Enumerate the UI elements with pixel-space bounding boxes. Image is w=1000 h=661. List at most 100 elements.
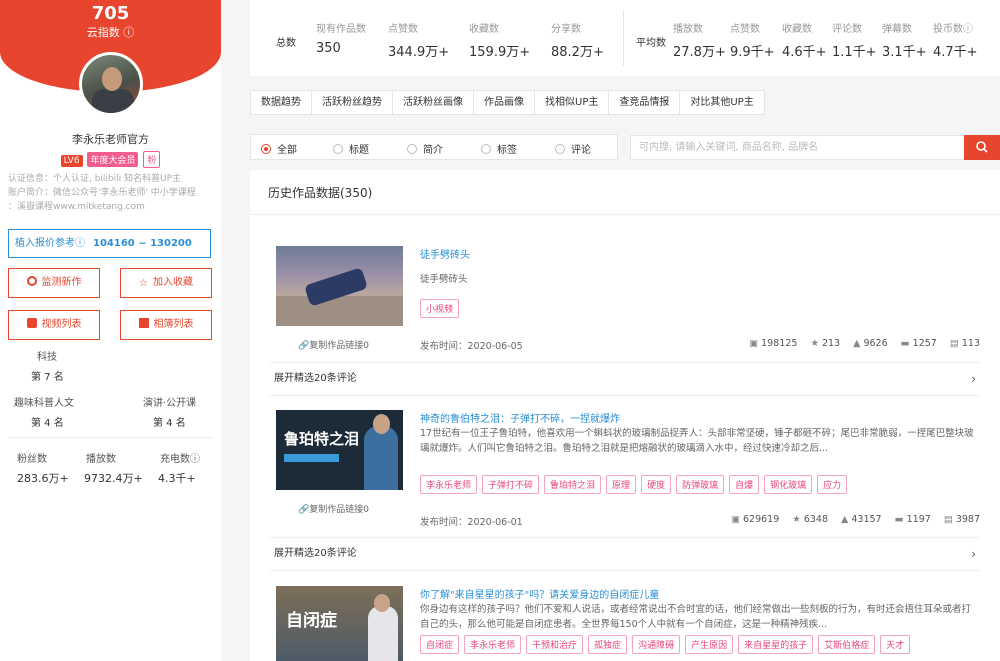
like-count: ▲ 9626: [853, 338, 888, 349]
tag[interactable]: 沟通障碍: [632, 635, 681, 654]
avatar[interactable]: [79, 52, 143, 116]
tag[interactable]: 天才: [880, 635, 911, 654]
history-title: 历史作品数据(350): [268, 186, 373, 200]
rank-label-lecture: 演讲·公开课: [143, 398, 197, 409]
tab-competitor[interactable]: 查竞品情报: [608, 90, 681, 115]
cloud-index-label: 云指数: [86, 26, 120, 39]
filter-option-desc[interactable]: 简介: [407, 141, 443, 156]
rank-value-science: 第 4 名: [31, 418, 64, 429]
total-works: 现有作品数 350: [316, 24, 366, 56]
divider: [250, 214, 1000, 215]
tab-similar-up[interactable]: 找相似UP主: [534, 90, 610, 115]
summary-bar: 总数 现有作品数 350 点赞数 344.9万+ 收藏数 159.9万+ 分享数 88.…: [250, 0, 1000, 76]
radio[interactable]: [555, 144, 565, 154]
help-icon[interactable]: ⓘ: [120, 26, 134, 39]
comment-count: ▬ 1257: [900, 338, 937, 349]
total-favorites: 收藏数 159.9万+: [469, 24, 531, 60]
radio-selected[interactable]: [261, 144, 271, 154]
filter-option-all[interactable]: 全部: [261, 141, 297, 156]
tab-fan-profile[interactable]: 活跃粉丝画像: [392, 90, 474, 115]
video-title[interactable]: 你了解"来自星星的孩子"吗？请关爱身边的自闭症儿童: [420, 586, 659, 601]
favorite-button[interactable]: ☆ 加入收藏: [120, 268, 212, 298]
plays-label: 播放数: [86, 454, 116, 465]
tag[interactable]: 自爆: [729, 475, 760, 494]
tag[interactable]: 艾斯伯格症: [818, 635, 876, 654]
target-icon: [26, 276, 37, 286]
tag[interactable]: 鲁珀特之泪: [544, 475, 602, 494]
profile-panel: 705 云指数 ⓘ 李永乐老师官方 LV6 年度大会员 粉 认证信息：个人认证,…: [0, 0, 221, 661]
fans-value: 283.6万+: [17, 472, 69, 485]
tag[interactable]: 原理: [606, 475, 637, 494]
tag[interactable]: 产生原因: [685, 635, 734, 654]
danmaku-icon: ▤: [943, 514, 953, 525]
tag[interactable]: 小视频: [420, 299, 460, 318]
user-name: 李永乐老师官方: [72, 133, 149, 146]
profile-meta: 认证信息：个人认证, bilibili 知名科普UP主 账户简介：微信公众号'李…: [8, 174, 196, 212]
video-thumbnail[interactable]: [276, 246, 403, 326]
avg-danmaku: 弹幕数 3.1千+: [882, 24, 927, 60]
video-desc: 徒手劈砖头: [420, 274, 468, 285]
search-scope-filter: 全部 标题 简介 标签 评论: [250, 134, 618, 160]
tag[interactable]: 防弹玻璃: [676, 475, 725, 494]
tag[interactable]: 孤独症: [588, 635, 628, 654]
tab-fan-trend[interactable]: 活跃粉丝趋势: [311, 90, 393, 115]
total-likes: 点赞数 344.9万+: [388, 24, 450, 60]
tag[interactable]: 自闭症: [420, 635, 460, 654]
copy-link-button[interactable]: 🔗复制作品链接0: [298, 502, 369, 515]
help-icon[interactable]: ⓘ: [963, 24, 973, 35]
radio[interactable]: [407, 144, 417, 154]
video-item: 鲁珀特之泪 🔗复制作品链接0 神奇的鲁伯特之泪：子弹打不碎，一捏就爆炸 17世纪…: [270, 410, 980, 528]
video-title[interactable]: 神奇的鲁伯特之泪：子弹打不碎，一捏就爆炸: [420, 410, 620, 425]
danmaku-icon: ▤: [949, 338, 959, 349]
search-button[interactable]: [964, 135, 1000, 160]
avg-plays: 播放数 27.8万+: [673, 24, 726, 60]
expand-comments[interactable]: 展开精选20条评论 ›: [270, 362, 980, 396]
play-icon: [26, 318, 37, 328]
search-input[interactable]: 可内搜, 请输入关键词, 商品名称, 品牌名: [630, 135, 965, 160]
video-stats: ▣ 629619 ★ 6348 ▲ 43157 ▬ 1197 ▤ 3987: [721, 514, 980, 525]
help-icon[interactable]: ⓘ: [190, 454, 200, 465]
link-icon: 🔗: [298, 341, 310, 351]
radio[interactable]: [481, 144, 491, 154]
avg-favorites: 收藏数 4.6千+: [782, 24, 827, 60]
video-title[interactable]: 徒手劈砖头: [420, 246, 470, 261]
fans-label: 粉丝数: [17, 454, 47, 465]
rank-value-tech: 第 7 名: [31, 372, 64, 383]
video-list-button[interactable]: 视频列表: [8, 310, 100, 340]
history-panel: 历史作品数据(350) 🔗复制作品链接0 徒手劈砖头 徒手劈砖头 小视频 发布时…: [250, 170, 1000, 661]
tag[interactable]: 硬度: [641, 475, 672, 494]
radio[interactable]: [333, 144, 343, 154]
filter-option-tags[interactable]: 标签: [481, 141, 517, 156]
video-item: 自闭症 你了解"来自星星的孩子"吗？请关爱身边的自闭症儿童 你身边有这样的孩子吗…: [270, 586, 980, 661]
filter-option-title[interactable]: 标题: [333, 141, 369, 156]
tab-data-trend[interactable]: 数据趋势: [250, 90, 312, 115]
link-icon: 🔗: [298, 505, 310, 515]
tag[interactable]: 子弹打不碎: [482, 475, 540, 494]
avg-label: 平均数: [636, 38, 666, 49]
vip-badge: 年度大会员: [87, 152, 139, 167]
filter-option-comments[interactable]: 评论: [555, 141, 591, 156]
star-icon: ★: [792, 514, 801, 525]
copy-link-button[interactable]: 🔗复制作品链接0: [298, 338, 369, 351]
tag-list: 自闭症 李永乐老师 干预和治疗 孤独症 沟通障碍 产生原因 来自星星的孩子 艾斯伯格症 天才: [420, 635, 915, 654]
video-desc: 你身边有这样的孩子吗？他们不爱和人说话，或者经常说出不合时宜的话，他们经常做出一…: [420, 604, 972, 630]
tag[interactable]: 干预和治疗: [526, 635, 584, 654]
tag[interactable]: 李永乐老师: [420, 475, 478, 494]
expand-comments[interactable]: 展开精选20条评论 ›: [270, 537, 980, 571]
video-thumbnail[interactable]: 自闭症: [276, 586, 403, 661]
tag[interactable]: 应力: [817, 475, 848, 494]
tab-works-profile[interactable]: 作品画像: [473, 90, 535, 115]
tag[interactable]: 钢化玻璃: [764, 475, 813, 494]
chevron-right-icon: ›: [971, 372, 976, 386]
album-list-button[interactable]: 相簿列表: [120, 310, 212, 340]
publish-time: 发布时间：2020-06-01: [420, 517, 523, 528]
tab-compare-up[interactable]: 对比其他UP主: [679, 90, 765, 115]
video-thumbnail[interactable]: 鲁珀特之泪: [276, 410, 403, 490]
tag[interactable]: 李永乐老师: [464, 635, 522, 654]
comment-icon: ▬: [900, 338, 910, 349]
tag[interactable]: 来自星星的孩子: [738, 635, 814, 654]
monitor-button[interactable]: 监测新作: [8, 268, 100, 298]
help-icon[interactable]: ⓘ: [75, 238, 85, 249]
rank-label-science: 趣味科普人文: [14, 398, 74, 409]
search-icon: [976, 141, 988, 153]
